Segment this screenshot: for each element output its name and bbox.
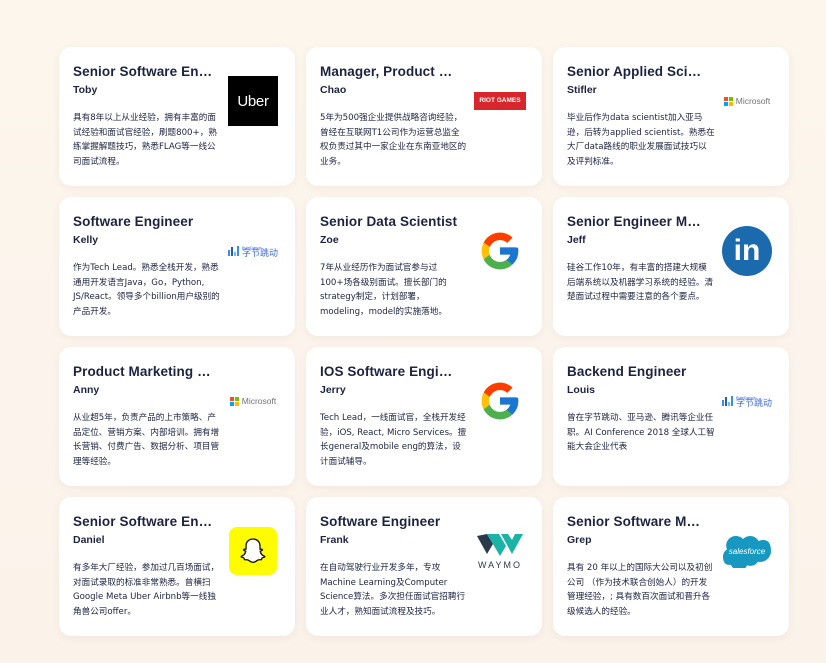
mentor-card[interactable]: Senior Data Scientist Zoe 7年从业经历作为面试官参与过…	[306, 197, 542, 336]
mentor-card[interactable]: Product Marketing Manager Anny 从业超5年，负责产…	[59, 347, 295, 486]
mentor-title: IOS Software Engineer	[320, 364, 460, 379]
mentor-description: 毕业后作为data scientist加入亚马逊，后转为applied scie…	[567, 113, 715, 167]
mentor-card[interactable]: Backend Engineer Louis 曾在字节跳动、亚马逊、腾讯等企业任…	[553, 347, 789, 486]
mentor-card[interactable]: Software Engineer Kelly 作为Tech Lead。熟悉全栈…	[59, 197, 295, 336]
company-logo: WAYMO	[472, 525, 528, 577]
mentor-card[interactable]: Senior Software Engineer Daniel 有多年大厂经验，…	[59, 497, 295, 636]
mentor-card[interactable]: Manager, Product Management Chao 5年为500强…	[306, 47, 542, 186]
mentor-description: Tech Lead，一线面试官，全栈开发经验，iOS, React, Micro…	[320, 413, 467, 467]
mentor-card[interactable]: Senior Engineer Manager Jeff 硅谷工作10年，有丰富…	[553, 197, 789, 336]
company-logo: RIOT GAMES	[472, 75, 528, 127]
mentor-title: Senior Data Scientist	[320, 214, 458, 229]
mentor-title: Senior Software Engineer	[73, 514, 213, 529]
mentor-description: 7年从业经历作为面试官参与过100+场各级别面试。擅长部门的strategy制定…	[320, 263, 447, 317]
mentor-description: 在自动驾驶行业开发多年，专攻Machine Learning及Computer …	[320, 563, 466, 617]
mentor-card[interactable]: Software Engineer Frank 在自动驾驶行业开发多年，专攻Ma…	[306, 497, 542, 636]
company-logo: Uber	[225, 75, 281, 127]
company-logo	[472, 375, 528, 427]
company-logo: Microsoft	[225, 375, 281, 427]
company-logo: in	[719, 225, 775, 277]
salesforce-logo-icon: salesforce	[723, 536, 771, 568]
google-logo-icon	[481, 382, 519, 420]
svg-text:salesforce: salesforce	[729, 547, 766, 556]
mentor-title: Senior Software Engineer	[73, 64, 213, 79]
bytedance-logo-icon: ByteDance 字节跳动	[721, 394, 772, 409]
mentor-card[interactable]: Senior Applied Scientist Stifler 毕业后作为da…	[553, 47, 789, 186]
google-logo-icon	[481, 232, 519, 270]
mentor-card[interactable]: IOS Software Engineer Jerry Tech Lead，一线…	[306, 347, 542, 486]
mentor-title: Software Engineer	[73, 214, 194, 229]
mentor-description: 硅谷工作10年，有丰富的搭建大规模后端系统以及机器学习系统的经验。清楚面试过程中…	[567, 263, 714, 303]
mentor-grid: Senior Software Engineer Toby 具有8年以上从业经验…	[59, 47, 789, 636]
mentor-title: Senior Applied Scientist	[567, 64, 707, 79]
mentor-title: Product Marketing Manager	[73, 364, 213, 379]
mentor-description: 从业超5年，负责产品的上市策略、产品定位、营销方案、内部培训。拥有增长营销、付费…	[73, 413, 220, 467]
mentor-description: 曾在字节跳动、亚马逊、腾讯等企业任职。AI Conference 2018 全球…	[567, 413, 715, 453]
mentor-title: Software Engineer	[320, 514, 441, 529]
company-logo: Microsoft	[719, 75, 775, 127]
mentor-card[interactable]: Senior Software Manager Grep 具有 20 年以上的国…	[553, 497, 789, 636]
mentor-card[interactable]: Senior Software Engineer Toby 具有8年以上从业经验…	[59, 47, 295, 186]
company-logo	[225, 525, 281, 577]
bytedance-logo-icon: ByteDance 字节跳动	[227, 244, 278, 259]
snapchat-logo-icon	[229, 527, 277, 575]
uber-logo-icon: Uber	[228, 76, 278, 126]
linkedin-logo-icon: in	[722, 226, 772, 276]
mentor-title: Manager, Product Management	[320, 64, 460, 79]
company-logo: ByteDance 字节跳动	[225, 225, 281, 277]
mentor-title: Senior Engineer Manager	[567, 214, 707, 229]
mentor-description: 5年为500强企业提供战略咨询经验，曾经在互联网T1公司作为运营总监全权负责过其…	[320, 113, 467, 167]
company-logo	[472, 225, 528, 277]
company-logo: salesforce	[719, 525, 775, 577]
company-logo: ByteDance 字节跳动	[719, 375, 775, 427]
mentor-title: Senior Software Manager	[567, 514, 707, 529]
mentor-description: 作为Tech Lead。熟悉全栈开发，熟悉通用开发语言Java，Go，Pytho…	[73, 263, 220, 317]
waymo-logo-icon: WAYMO	[475, 532, 525, 570]
mentor-description: 具有8年以上从业经验，拥有丰富的面试经验和面试官经验，刷题800+，熟练掌握解题…	[73, 113, 217, 167]
mentor-description: 有多年大厂经验，参加过几百场面试，对面试录取的标准非常熟悉。曾横扫Google …	[73, 563, 220, 617]
riot-games-logo-icon: RIOT GAMES	[474, 92, 526, 110]
microsoft-logo-icon: Microsoft	[723, 96, 770, 106]
mentor-description: 具有 20 年以上的国际大公司以及初创公司 （作为技术联合创始人）的开发管理经验…	[567, 563, 713, 617]
mentor-title: Backend Engineer	[567, 364, 687, 379]
microsoft-logo-icon: Microsoft	[229, 396, 276, 406]
